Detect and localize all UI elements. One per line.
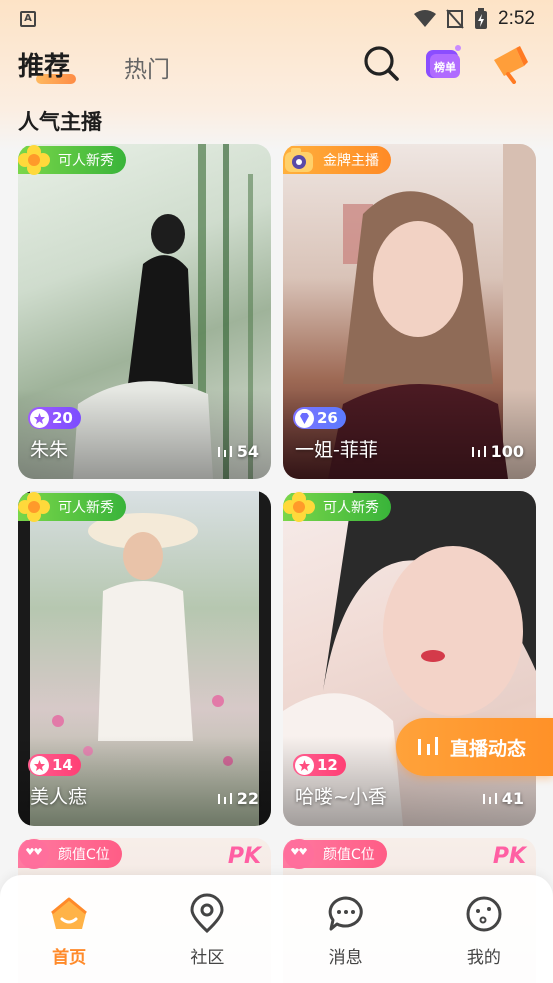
live-bars-icon <box>217 792 232 804</box>
card-shade <box>18 389 271 479</box>
viewer-count: 100 <box>471 442 524 461</box>
top-nav: 推荐 热门 榜单 <box>0 40 553 90</box>
card-tag: 颜值C位 <box>18 839 122 869</box>
level-badge: 26 <box>293 407 346 429</box>
nav-label-home: 首页 <box>52 948 87 968</box>
nav-label-messages: 消息 <box>328 948 363 968</box>
live-bars-icon <box>482 792 497 804</box>
message-icon <box>328 896 363 931</box>
card-tag: 颜值C位 <box>283 839 387 869</box>
live-bars-icon <box>418 737 438 755</box>
viewer-count-value: 100 <box>490 442 524 461</box>
card-tag-label: 可人新秀 <box>323 500 379 516</box>
flower-icon <box>283 492 315 522</box>
streamer-card[interactable]: 金牌主播 26 一姐-菲菲 100 <box>283 144 536 479</box>
status-bar: A 2:52 <box>0 0 553 38</box>
ranking-icon-label: 榜单 <box>434 60 456 74</box>
live-feed-button-label: 直播动态 <box>450 737 527 760</box>
viewer-count: 54 <box>217 442 259 461</box>
card-tag: 可人新秀 <box>283 492 391 522</box>
profile-icon <box>466 896 502 932</box>
live-bars-icon <box>217 445 232 457</box>
streamer-name: 美人痣 <box>30 786 88 808</box>
card-tag: 金牌主播 <box>283 146 391 174</box>
card-tag-label: 可人新秀 <box>58 153 114 169</box>
card-tag-label: 颜值C位 <box>58 847 110 863</box>
flower-icon <box>18 145 50 175</box>
bottom-nav: 首页 社区 消息 我的 <box>0 875 553 983</box>
battery-charging-icon <box>474 8 488 30</box>
viewer-count-value: 22 <box>236 789 259 808</box>
heart-eyes-icon <box>284 839 314 869</box>
star-icon <box>30 408 49 428</box>
home-icon <box>51 897 88 929</box>
viewer-count: 41 <box>482 789 524 808</box>
card-tag-label: 颜值C位 <box>323 847 375 863</box>
card-shade <box>283 389 536 479</box>
no-signal-icon <box>446 9 464 29</box>
card-tag-label: 可人新秀 <box>58 500 114 516</box>
camera-icon <box>285 148 313 172</box>
streamer-name: 哈喽~小香 <box>295 786 387 808</box>
level-badge: 20 <box>28 407 81 429</box>
nav-item-profile[interactable]: 我的 <box>439 893 529 983</box>
level-badge: 12 <box>293 754 346 776</box>
card-tag: 可人新秀 <box>18 492 126 522</box>
community-icon <box>190 893 224 934</box>
streamer-card[interactable]: 可人新秀 14 美人痣 22 <box>18 491 271 826</box>
level-value: 12 <box>317 756 338 774</box>
nav-label-profile: 我的 <box>466 948 501 968</box>
streamer-name: 一姐-菲菲 <box>295 439 378 461</box>
card-shade <box>18 736 271 826</box>
diamond-icon <box>295 408 314 428</box>
viewer-count-value: 41 <box>501 789 524 808</box>
tab-hot[interactable]: 热门 <box>124 50 170 84</box>
nav-item-home[interactable]: 首页 <box>24 893 114 983</box>
nav-item-community[interactable]: 社区 <box>162 893 252 983</box>
level-badge: 14 <box>28 754 81 776</box>
viewer-count: 22 <box>217 789 259 808</box>
heart-eyes-icon <box>19 839 49 869</box>
pk-badge: PK <box>492 844 526 869</box>
ranking-icon[interactable]: 榜单 <box>422 42 464 84</box>
streamer-name: 朱朱 <box>30 439 69 461</box>
pk-badge: PK <box>227 844 261 869</box>
notification-icon: A <box>20 11 36 27</box>
viewer-count-value: 54 <box>236 442 259 461</box>
live-feed-button[interactable]: 直播动态 <box>396 718 553 776</box>
level-value: 20 <box>52 409 73 427</box>
live-broadcast-icon[interactable] <box>490 42 532 84</box>
tab-recommend[interactable]: 推荐 <box>18 46 76 84</box>
card-tag-label: 金牌主播 <box>323 153 379 169</box>
level-value: 14 <box>52 756 73 774</box>
level-value: 26 <box>317 409 338 427</box>
streamer-card[interactable]: 可人新秀 20 朱朱 54 <box>18 144 271 479</box>
nav-item-messages[interactable]: 消息 <box>301 893 391 983</box>
tab-recommend-label: 推荐 <box>18 52 71 82</box>
star-icon <box>295 755 314 775</box>
status-time: 2:52 <box>498 8 535 29</box>
section-title: 人气主播 <box>18 110 102 134</box>
nav-label-community: 社区 <box>190 948 225 968</box>
live-bars-icon <box>471 445 486 457</box>
card-tag: 可人新秀 <box>18 145 126 175</box>
search-icon[interactable] <box>360 42 402 84</box>
flower-icon <box>18 492 50 522</box>
star-icon <box>30 755 49 775</box>
wifi-icon <box>414 10 437 28</box>
